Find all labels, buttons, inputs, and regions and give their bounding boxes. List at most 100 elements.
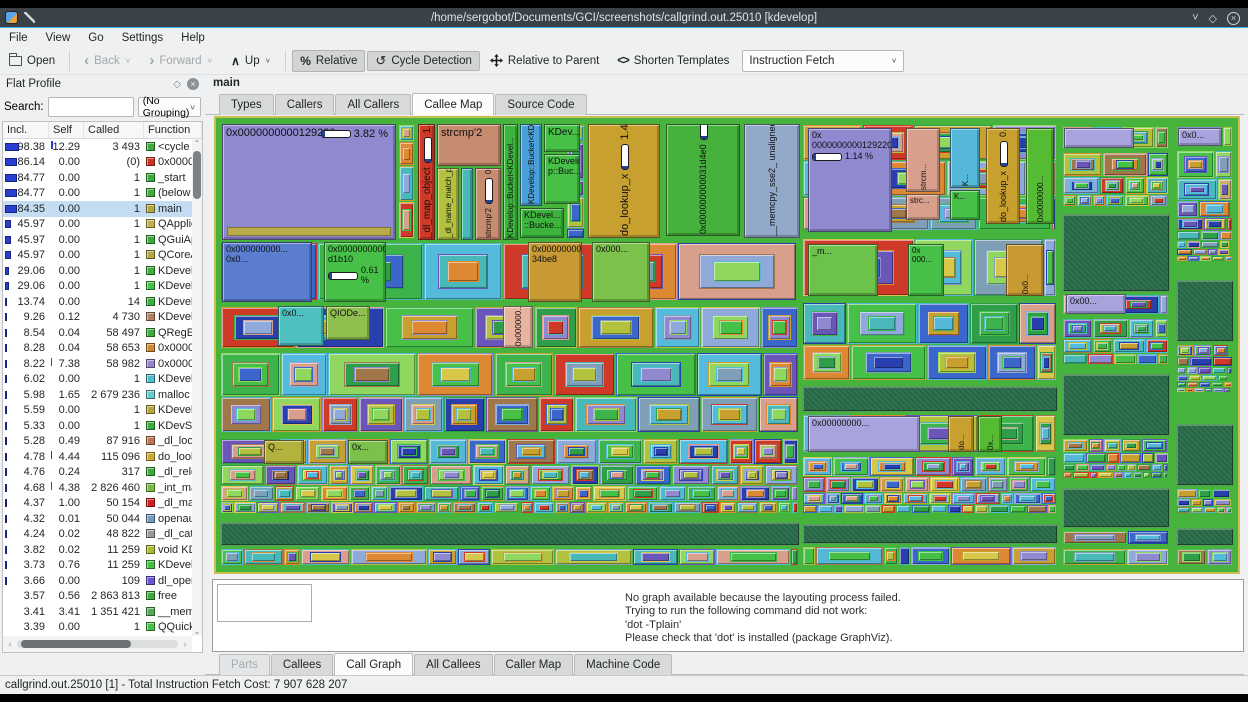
treemap-cell[interactable] [549,408,564,421]
treemap-cell[interactable] [502,552,543,562]
treemap-cell[interactable] [774,471,789,479]
table-row[interactable]: 3.57 0.56 2 863 813 free [3,589,192,605]
treemap-cell[interactable] [886,495,899,502]
treemap-cell[interactable] [1065,197,1074,204]
menu-file[interactable]: File [0,29,37,47]
horizontal-scrollbar[interactable]: ‹ › [3,636,192,652]
treemap-cell[interactable] [537,504,551,511]
treemap-cell[interactable] [1223,382,1232,387]
table-row[interactable]: 13.740.0014KDevelop:: [3,294,192,310]
treemap-cell[interactable] [1177,357,1190,366]
scrollbar-thumb[interactable] [193,151,201,199]
treemap-cell[interactable] [1188,375,1202,381]
treemap-cell[interactable] [1010,505,1027,513]
treemap-cell[interactable] [600,320,632,335]
treemap-cell[interactable] [1002,495,1011,502]
treemap-cell[interactable] [593,408,619,421]
treemap-cell[interactable] [223,504,231,511]
treemap-unused-area[interactable] [1176,528,1234,546]
treemap-cell[interactable] [1177,499,1190,506]
treemap-cell[interactable] [807,495,822,502]
tab-source-code[interactable]: Source Code [495,94,587,115]
treemap-block[interactable]: 0x0... [278,306,324,346]
treemap-cell[interactable] [1226,507,1232,513]
treemap-cell[interactable] [1042,356,1051,369]
treemap-cell[interactable] [1137,464,1151,471]
treemap-cell[interactable] [253,489,270,498]
treemap-cell[interactable] [1113,472,1123,478]
treemap-cell[interactable] [1089,464,1106,471]
tab-machine-code[interactable]: Machine Code [574,654,673,675]
treemap-block[interactable]: strcmp'20.43 % [475,168,501,240]
treemap-unused-area[interactable] [220,522,800,546]
treemap-cell[interactable] [589,504,604,511]
treemap-cell[interactable] [357,471,367,479]
treemap-cell[interactable] [1119,453,1141,463]
treemap-cell[interactable] [974,505,989,513]
treemap-block[interactable]: 0x00... [1066,294,1126,314]
treemap-cell[interactable] [1227,367,1232,374]
treemap-cell[interactable] [1063,464,1076,471]
treemap-cell[interactable] [1087,354,1113,364]
table-row[interactable]: 5.98 1.65 2 679 236 malloc [3,387,192,403]
treemap-cell[interactable] [1044,495,1054,502]
vertical-scrollbar[interactable]: ⌃ ⌄ [192,139,202,636]
treemap-cell[interactable] [1177,489,1198,498]
treemap-cell[interactable] [511,366,536,383]
treemap-cell[interactable] [718,320,743,335]
treemap-cell[interactable] [1212,367,1227,374]
treemap-block[interactable]: KDevel... ::Bucke... [520,208,564,238]
treemap-block[interactable]: do_lookup_x1.44 % [588,124,660,238]
table-row[interactable]: 8.540.0458 497QRegExp:: [3,325,192,341]
treemap-cell[interactable] [1071,325,1084,332]
treemap-cell[interactable] [1220,183,1230,196]
treemap-cell[interactable] [705,504,716,511]
treemap-block[interactable]: 0x... [348,440,388,464]
treemap-cell[interactable] [238,366,263,383]
treemap-block[interactable]: KDevelop::Bucket<KDevel... [503,124,518,240]
table-header[interactable]: Incl. Self Called Function [3,122,202,139]
treemap-cell[interactable] [238,504,252,511]
treemap-cell[interactable] [803,505,818,513]
treemap-cell[interactable] [305,471,319,479]
treemap-cell[interactable] [1106,464,1117,471]
treemap-cell[interactable] [1085,453,1106,463]
treemap-block[interactable] [1064,128,1134,148]
treemap-block[interactable]: K... [950,190,980,220]
treemap-cell[interactable] [1204,388,1212,392]
treemap-cell[interactable] [1091,441,1101,450]
treemap-block[interactable]: 0x... [978,416,1002,452]
treemap-cell[interactable] [1202,375,1218,381]
treemap-cell[interactable] [828,495,838,502]
table-row[interactable]: 8.227.3858 9820x0000000 [3,356,192,372]
maximize-button[interactable]: ◇ [1209,12,1217,25]
column-header-incl[interactable]: Incl. [3,122,49,138]
treemap-cell[interactable] [1068,341,1087,351]
treemap-cell[interactable] [309,552,342,562]
treemap-cell[interactable] [1163,472,1168,478]
treemap-unused-area[interactable] [1176,280,1234,342]
treemap-cell[interactable] [1190,499,1202,506]
table-row[interactable]: 5.330.001KDevSplas [3,418,192,434]
treemap-unused-area[interactable] [1062,214,1170,292]
treemap-cell[interactable] [961,505,974,513]
treemap-cell[interactable] [568,447,585,456]
treemap-cell[interactable] [225,489,243,498]
treemap-block[interactable]: 0x0000000000129220 3.82 % [222,124,396,240]
treemap-cell[interactable] [1103,325,1118,332]
treemap-cell[interactable] [1035,480,1052,489]
treemap-cell[interactable] [1136,325,1147,332]
treemap-unused-area[interactable] [1176,424,1234,486]
treemap-cell[interactable] [1204,507,1217,513]
treemap-block[interactable]: 0x000000000... 0x0... [222,242,312,302]
treemap-cell[interactable] [882,463,902,470]
treemap-cell[interactable] [1141,453,1155,463]
treemap-unused-area[interactable] [1062,374,1170,436]
treemap-cell[interactable] [1198,489,1211,498]
treemap-cell[interactable] [568,552,619,562]
treemap-cell[interactable] [498,504,515,511]
treemap-cell[interactable] [770,408,787,421]
treemap-cell[interactable] [964,480,982,489]
treemap-cell[interactable] [785,444,796,459]
treemap-cell[interactable] [571,366,598,383]
